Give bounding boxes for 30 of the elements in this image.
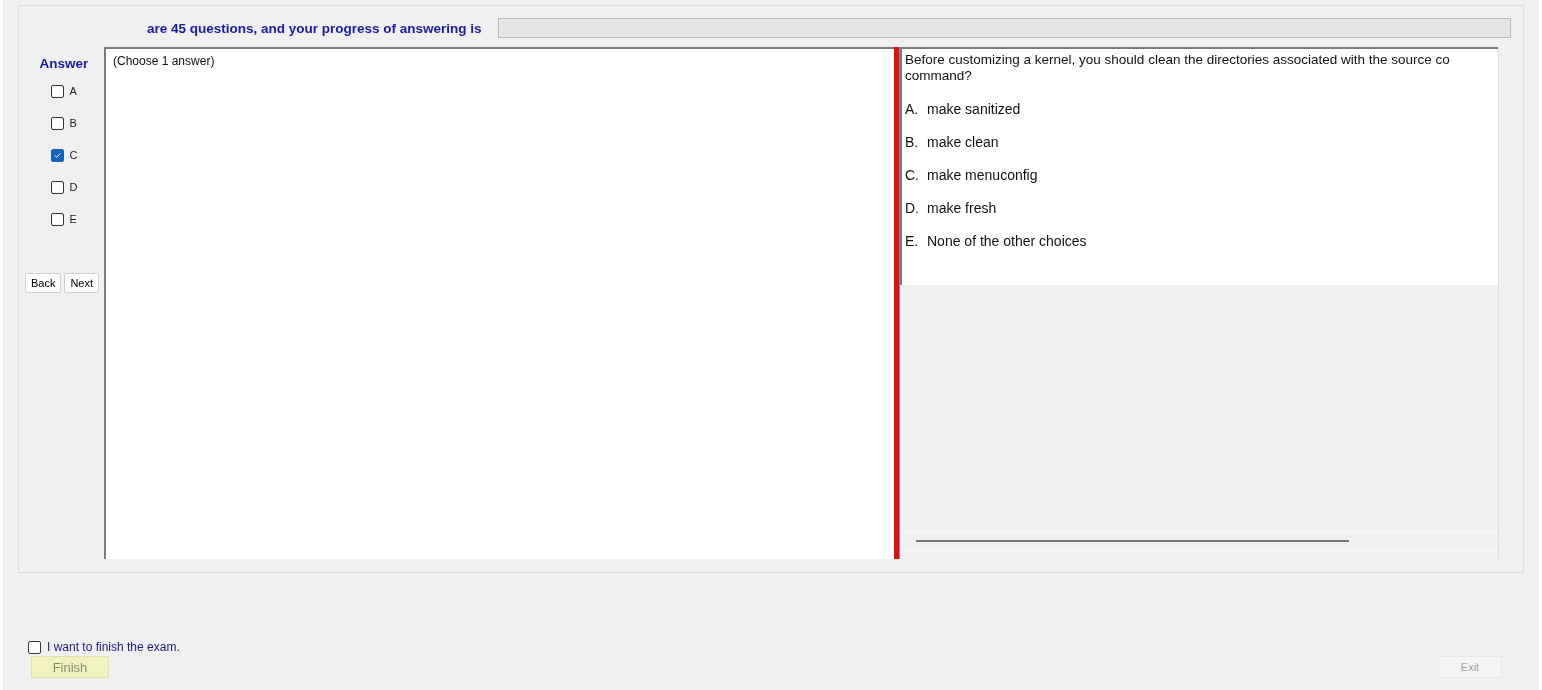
option-text: make sanitized xyxy=(927,101,1021,117)
option-text: None of the other choices xyxy=(927,233,1087,249)
question-count-text: are 45 questions, and your progress of answering is xyxy=(147,20,482,36)
option-letter: C. xyxy=(905,167,920,183)
option-text: make fresh xyxy=(927,200,997,216)
choice-label: B xyxy=(69,117,77,129)
scrollbar-thumb[interactable] xyxy=(916,540,1349,542)
checkmark-icon xyxy=(52,150,62,160)
option-letter: A. xyxy=(905,101,920,117)
choice-label: C xyxy=(69,149,78,161)
choice-label: D xyxy=(69,181,78,193)
choice-label: A xyxy=(69,85,77,97)
question-text: Before customizing a kernel, you should clean the directories associated with the source co xyxy=(905,52,1451,68)
nav-button[interactable]: Next xyxy=(64,273,100,293)
option-letter: B. xyxy=(905,134,920,150)
answer-heading: Answer xyxy=(39,56,89,73)
answer-checkbox[interactable] xyxy=(50,148,64,162)
question-text: command? xyxy=(905,68,973,84)
finish-label: I want to finish the exam. xyxy=(47,640,180,654)
answer-checkbox[interactable] xyxy=(50,212,64,226)
answer-checkbox[interactable] xyxy=(50,116,64,130)
option-text: make menuconfig xyxy=(927,167,1038,183)
option-letter: D. xyxy=(905,200,920,216)
option-letter: E. xyxy=(905,233,920,249)
choice-label: E xyxy=(69,213,77,225)
nav-button[interactable]: Back xyxy=(24,273,62,293)
option-text: make clean xyxy=(927,134,999,150)
answer-instruction: (Choose 1 answer) xyxy=(113,54,216,68)
answer-checkbox[interactable] xyxy=(50,180,64,194)
answer-checkbox[interactable] xyxy=(50,84,64,98)
